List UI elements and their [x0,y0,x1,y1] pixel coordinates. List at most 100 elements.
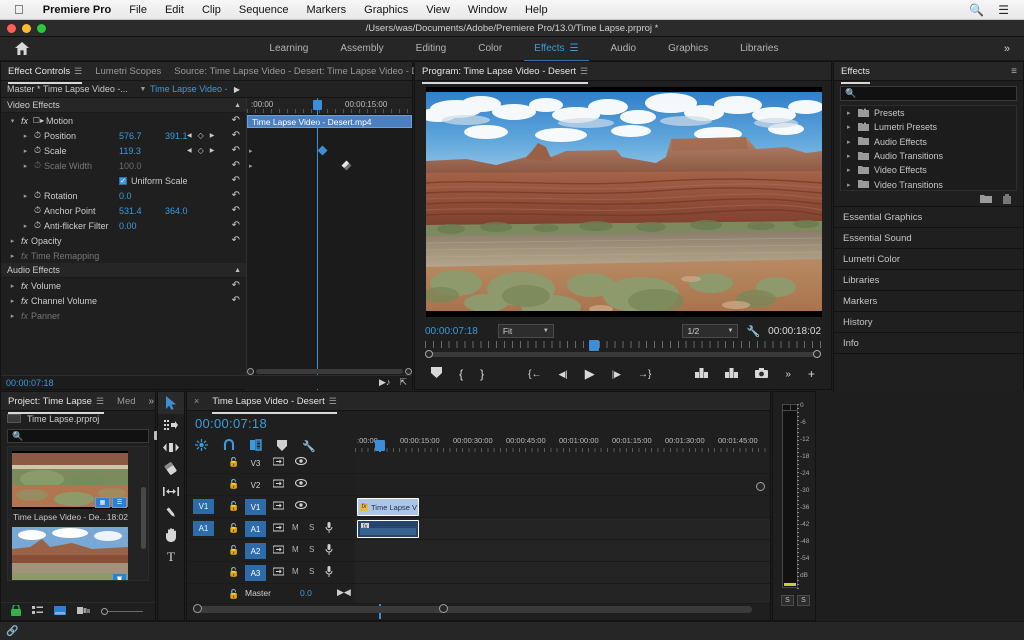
effects-item-audio-transitions[interactable]: ▸ Audio Transitions [841,149,1016,163]
track-content-v2[interactable] [355,474,770,495]
search-icon[interactable]: 🔍 [962,3,991,17]
param-row-channel-volume[interactable]: ▸ fx Channel Volume ↶ [1,293,246,308]
zoom-level-dropdown[interactable]: Fit ▼ [497,324,554,338]
effects-search-input[interactable] [856,88,1012,99]
ripple-edit-tool[interactable] [158,436,184,458]
timeline-horizontal-scrollbar[interactable] [187,482,770,620]
go-to-in-icon[interactable]: {← [528,369,541,380]
track-content-v3[interactable] [355,452,770,473]
param-row-panner[interactable]: ▸ fx Panner [1,308,246,323]
apple-logo-icon[interactable]:  [8,3,34,16]
stopwatch-icon[interactable]: ⏱ [31,205,44,216]
twirl-right-icon[interactable]: ▸ [20,132,31,140]
mark-out-icon[interactable]: } [480,367,484,381]
wrench-icon[interactable]: 🔧 [746,325,760,338]
stopwatch-icon[interactable]: ⏱ [31,190,44,201]
stopwatch-icon[interactable]: ⏱ [31,130,44,141]
project-item-thumbnail[interactable]: ▣ [12,527,128,580]
effects-item-presets[interactable]: ▸ Presets [841,106,1016,120]
tab-effects-panel[interactable]: Effects [841,63,870,84]
scrubber-track[interactable] [425,352,821,357]
hand-tool[interactable] [158,524,184,546]
project-search-input[interactable] [23,431,144,441]
collapse-icon[interactable]: ▲ [234,102,241,109]
audio-badge[interactable]: ☰ [112,497,127,508]
hamburger-icon[interactable]: ☰ [580,66,588,76]
twirl-right-icon[interactable]: ▸ [7,252,18,260]
mute-track-button[interactable]: M [292,523,299,532]
track-row-v2[interactable]: 🔓 V2 [187,474,770,496]
solo-track-button[interactable]: S [309,567,314,576]
param-row-uniform-scale[interactable]: ✓ Uniform Scale ↶ [1,173,246,188]
stopwatch-icon[interactable]: ⏱ [31,160,44,171]
scrollbar-handle-right[interactable] [439,604,448,613]
slider-track[interactable] [108,611,143,612]
workspace-overflow-icon[interactable]: » [1004,43,1024,55]
param-rotation-value[interactable]: 0.0 [119,191,145,201]
program-playhead-handle[interactable] [589,340,599,351]
type-tool[interactable]: T [158,546,184,568]
menu-markers[interactable]: Markers [297,4,355,16]
twirl-right-icon[interactable]: ▸ [847,109,853,117]
tab-editing[interactable]: Editing [416,40,447,57]
mute-track-button[interactable]: M [292,567,299,576]
new-bin-icon[interactable] [980,194,992,207]
sync-lock-icon[interactable] [272,567,285,578]
zoom-handle-left[interactable] [247,368,254,375]
reset-icon[interactable]: ↶ [232,235,240,246]
step-back-icon[interactable]: ◀| [558,369,567,380]
param-anchor-point-y[interactable]: 364.0 [165,206,191,216]
twirl-right-icon[interactable]: ▸ [7,312,18,320]
menu-window[interactable]: Window [459,4,516,16]
sync-lock-icon[interactable] [272,479,285,490]
twirl-right-icon[interactable]: ▸ [7,282,18,290]
hamburger-icon[interactable]: ≡ [1011,66,1023,77]
program-monitor-timecode[interactable]: 00:00:07:18 [425,326,478,337]
sync-lock-icon[interactable] [272,545,285,556]
zoom-handle-right[interactable] [405,368,412,375]
go-to-out-icon[interactable]: →} [638,369,651,380]
panel-libraries[interactable]: Libraries [833,270,1024,291]
twirl-right-icon[interactable]: ▸ [20,192,31,200]
zoom-track[interactable] [256,369,403,374]
menu-sequence[interactable]: Sequence [230,4,298,16]
extract-icon[interactable] [725,367,739,381]
param-row-anchor-point[interactable]: ⏱ Anchor Point 531.4 364.0 ↶ [1,203,246,218]
param-row-motion[interactable]: ▾ fx ☐▸ Motion ↶ [1,113,246,128]
param-row-position[interactable]: ▸ ⏱ Position 576.7 391.1 ◀ ◇ ▶ ↶ [1,128,246,143]
home-icon[interactable] [0,42,44,55]
hamburger-icon[interactable]: ☰ [96,396,104,406]
tab-project[interactable]: Project: Time Lapse ☰ [8,393,105,414]
twirl-right-icon[interactable]: ▸ [847,152,853,160]
reset-icon[interactable]: ↶ [232,145,240,156]
checkbox-icon[interactable]: ✓ [119,176,127,185]
tab-audio[interactable]: Audio [611,40,637,57]
param-position-x[interactable]: 576.7 [119,131,145,141]
effects-item-video-transitions[interactable]: ▸ Video Transitions [841,177,1016,191]
playback-resolution-dropdown[interactable]: 1/2 ▼ [682,324,739,338]
audio-meter-bars[interactable] [782,404,798,588]
pen-tool[interactable] [158,502,184,524]
mute-track-button[interactable]: M [292,545,299,554]
panel-info[interactable]: Info [833,333,1024,354]
reset-icon[interactable]: ↶ [232,175,240,186]
twirl-right-icon[interactable]: ▸ [7,237,18,245]
chevron-down-icon[interactable]: ▼ [136,86,150,93]
menu-view[interactable]: View [417,4,459,16]
play-icon[interactable]: ▶ [585,366,595,382]
lock-icon[interactable]: 🔓 [228,479,239,490]
twirl-right-icon[interactable]: ▸ [847,181,853,189]
reset-icon[interactable]: ↶ [232,280,240,291]
next-keyframe-icon[interactable]: ▶ [210,132,215,139]
voice-record-icon[interactable] [325,522,333,535]
track-content-a3[interactable] [355,562,770,583]
menu-file[interactable]: File [120,4,156,16]
master-track-value[interactable]: 0.0 [300,588,312,598]
mark-in-icon[interactable]: { [459,367,463,381]
stopwatch-icon[interactable]: ⏱ [31,145,44,156]
project-item-clip[interactable]: ▦ ☰ Time Lapse Video - De... 18:02 [12,451,144,527]
effect-controls-clip-bar[interactable]: Time Lapse Video - Desert.mp4 [247,115,412,128]
sync-lock-icon[interactable] [272,523,285,534]
panel-essential-graphics[interactable]: Essential Graphics [833,207,1024,228]
lock-icon[interactable]: 🔓 [228,545,239,556]
